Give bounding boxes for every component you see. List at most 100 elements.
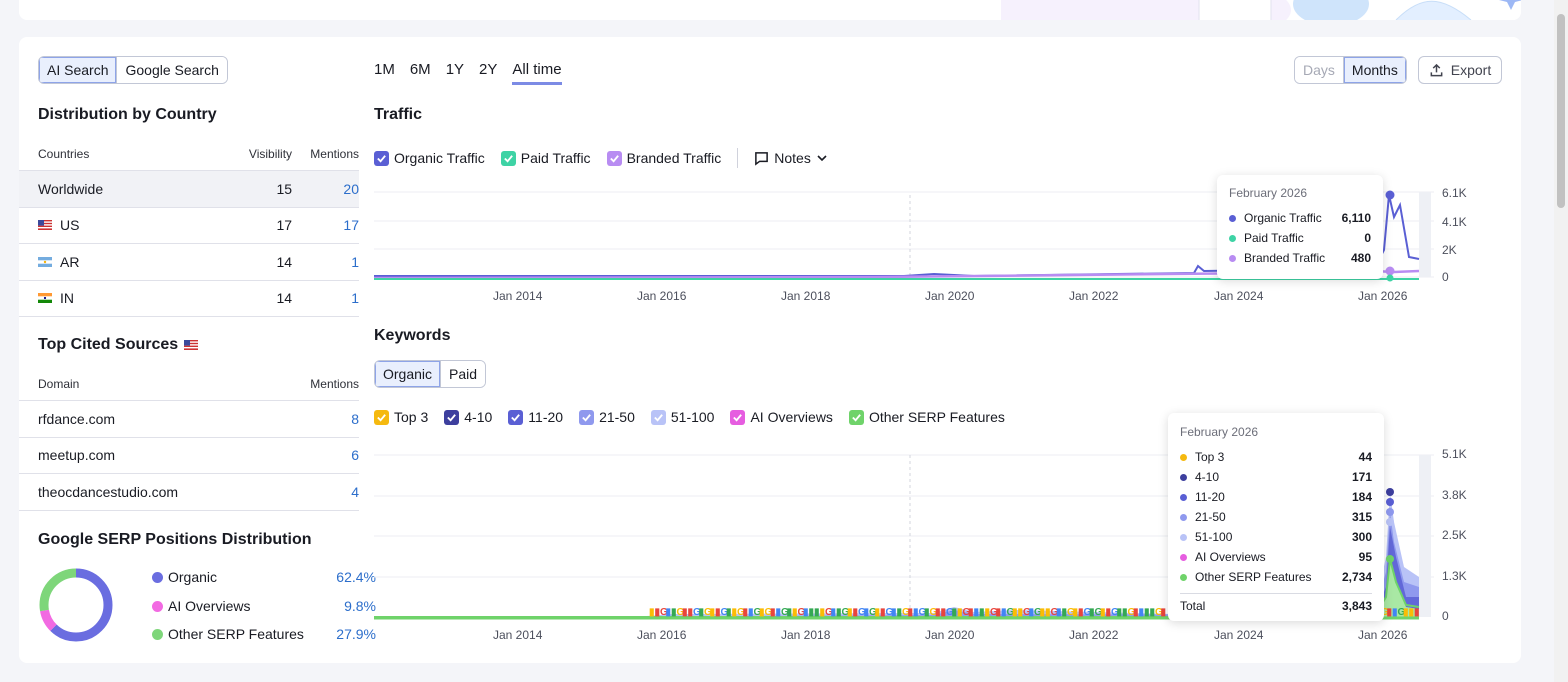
organic-hover-point <box>1385 190 1395 200</box>
country-section-title: Distribution by Country <box>38 106 217 123</box>
tooltip-row: Other SERP Features 2,734 <box>1180 567 1372 587</box>
mentions-link[interactable]: 1 <box>292 290 359 306</box>
y-tick: 6.1K <box>1442 186 1467 200</box>
sources-table: Domain Mentions rfdance.com 8 meetup.com… <box>19 367 359 511</box>
notes-dropdown[interactable]: Notes <box>754 150 828 166</box>
branded-hover-point <box>1385 266 1395 276</box>
legend-branded-traffic[interactable]: Branded Traffic <box>606 150 722 166</box>
table-row[interactable]: AR 14 1 <box>19 244 359 281</box>
tooltip-dot <box>1229 214 1236 222</box>
range-6m[interactable]: 6M <box>410 61 431 85</box>
checkbox-icon[interactable] <box>730 409 746 425</box>
page-scrollbar[interactable] <box>1554 0 1568 682</box>
table-row[interactable]: rfdance.com 8 <box>19 401 359 438</box>
tooltip-row: Top 3 44 <box>1180 447 1372 467</box>
tooltip-label: Top 3 <box>1195 450 1225 464</box>
legend-other-serp-features[interactable]: Other SERP Features <box>848 409 1005 425</box>
notes-label: Notes <box>774 150 811 166</box>
serp-legend-ai-overviews: AI Overviews 9.8% <box>152 596 376 616</box>
mentions-link[interactable]: 20 <box>292 181 359 197</box>
range-all-time[interactable]: All time <box>512 61 562 85</box>
table-row[interactable]: meetup.com 6 <box>19 438 359 474</box>
period-days[interactable]: Days <box>1295 57 1344 83</box>
hover-point <box>1386 555 1394 563</box>
range-1y[interactable]: 1Y <box>446 61 464 85</box>
legend-label: 4-10 <box>464 409 493 425</box>
tooltip-dot <box>1229 234 1236 242</box>
checkbox-icon[interactable] <box>374 150 389 166</box>
time-range-selector: 1M 6M 1Y 2Y All time <box>374 61 562 85</box>
checkbox-icon[interactable] <box>444 409 460 425</box>
checkbox-icon[interactable] <box>650 409 666 425</box>
us-flag-icon <box>184 340 199 350</box>
mentions-link[interactable]: 4 <box>299 484 359 500</box>
tab-google-search[interactable]: Google Search <box>117 57 227 83</box>
legend-pct: 9.8% <box>344 598 376 614</box>
serp-feature-marker-icon[interactable]: ▮ <box>1414 607 1420 618</box>
legend-label: Branded Traffic <box>626 150 722 166</box>
note-icon <box>755 151 769 166</box>
table-row[interactable]: theocdancestudio.com 4 <box>19 474 359 511</box>
tooltip-label: 21-50 <box>1195 510 1226 524</box>
legend-ai-overviews[interactable]: AI Overviews <box>730 409 833 425</box>
checkbox-icon[interactable] <box>848 409 864 425</box>
mentions-link[interactable]: 17 <box>292 217 359 233</box>
x-tick: Jan 2026 <box>1358 628 1408 642</box>
hover-point <box>1386 498 1394 506</box>
checkbox-icon[interactable] <box>606 150 622 166</box>
legend-51-100[interactable]: 51-100 <box>650 409 715 425</box>
tooltip-value: 2,734 <box>1341 570 1372 584</box>
y-tick: 2K <box>1442 243 1457 257</box>
legend-11-20[interactable]: 11-20 <box>508 409 563 425</box>
tooltip-label: Other SERP Features <box>1195 570 1312 584</box>
upload-icon <box>1430 63 1443 76</box>
traffic-tooltip: February 2026 Organic Traffic 6,110 Paid… <box>1217 175 1383 279</box>
checkbox-icon[interactable] <box>500 150 516 166</box>
range-1m[interactable]: 1M <box>374 61 395 85</box>
mentions-link[interactable]: 6 <box>299 447 359 463</box>
legend-top-3[interactable]: Top 3 <box>374 409 428 425</box>
tooltip-row: AI Overviews 95 <box>1180 547 1372 567</box>
legend-paid-traffic[interactable]: Paid Traffic <box>500 150 591 166</box>
range-2y[interactable]: 2Y <box>479 61 497 85</box>
country-name: Worldwide <box>38 180 104 197</box>
y-tick: 3.8K <box>1442 488 1467 502</box>
x-tick: Jan 2014 <box>493 289 543 303</box>
us-flag-icon <box>38 220 52 231</box>
hover-point <box>1386 508 1394 516</box>
legend-organic-traffic[interactable]: Organic Traffic <box>374 150 485 166</box>
legend-4-10[interactable]: 4-10 <box>444 409 492 425</box>
legend-21-50[interactable]: 21-50 <box>579 409 635 425</box>
tab-paid[interactable]: Paid <box>441 361 486 387</box>
traffic-title: Traffic <box>374 106 423 123</box>
legend-dot <box>152 628 163 640</box>
checkbox-icon[interactable] <box>508 409 524 425</box>
tooltip-label: Paid Traffic <box>1244 231 1304 245</box>
traffic-legend: Organic Traffic Paid Traffic Branded Tra… <box>374 148 844 168</box>
export-button[interactable]: Export <box>1418 56 1502 84</box>
scrollbar-thumb[interactable] <box>1557 14 1565 208</box>
legend-label: 51-100 <box>670 409 715 425</box>
tooltip-label: AI Overviews <box>1195 550 1266 564</box>
header-mentions: Mentions <box>310 376 359 391</box>
tab-organic[interactable]: Organic <box>375 361 442 387</box>
tooltip-label: Branded Traffic <box>1244 251 1326 265</box>
header-mentions: Mentions <box>310 146 359 161</box>
mentions-link[interactable]: 8 <box>299 411 359 427</box>
checkbox-icon[interactable] <box>579 409 595 425</box>
checkbox-icon[interactable] <box>374 409 389 425</box>
serp-feature-marker-icon[interactable]: ▮ <box>1161 607 1167 618</box>
tab-ai-search[interactable]: AI Search <box>39 57 118 83</box>
y-tick: 2.5K <box>1442 528 1467 542</box>
y-tick: 4.1K <box>1442 215 1467 229</box>
legend-pct: 27.9% <box>336 626 376 642</box>
legend-label: Organic <box>168 569 218 585</box>
table-row[interactable]: IN 14 1 <box>19 281 359 317</box>
mentions-link[interactable]: 1 <box>292 254 359 270</box>
table-row[interactable]: Worldwide 15 20 <box>19 171 359 208</box>
keywords-tooltip: February 2026 Top 3 44 4-10 171 11-20 184 21-5… <box>1168 413 1384 621</box>
tooltip-value: 315 <box>1351 510 1372 524</box>
period-months[interactable]: Months <box>1343 57 1406 83</box>
legend-label: Paid Traffic <box>520 150 591 166</box>
table-row[interactable]: US 17 17 <box>19 208 359 244</box>
